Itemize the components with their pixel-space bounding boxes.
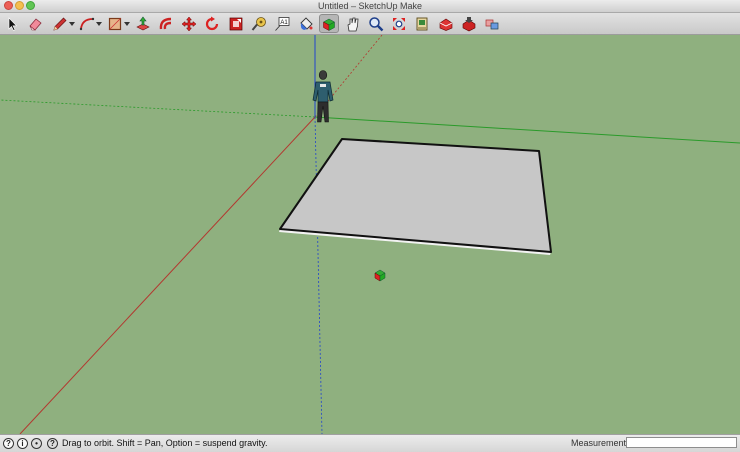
red-axis-positive	[19, 116, 316, 434]
zoom-tool-button[interactable]	[366, 14, 386, 33]
pan-tool-button[interactable]	[343, 14, 363, 33]
warehouse-icon	[439, 18, 453, 31]
rotate-tool-button[interactable]	[202, 14, 222, 33]
measurements-input[interactable]	[626, 437, 737, 448]
user-account-icon[interactable]: •	[31, 438, 42, 449]
scale-icon	[229, 17, 243, 30]
select-tool-button[interactable]	[2, 14, 22, 33]
hand-icon	[347, 17, 359, 31]
paint-bucket-icon	[300, 16, 313, 30]
zoom-extents-tool-button[interactable]	[389, 14, 409, 33]
move-tool-button[interactable]	[179, 14, 199, 33]
orbit-tool-button[interactable]	[319, 14, 339, 33]
eraser-tool-button[interactable]	[25, 14, 45, 33]
arc-icon	[79, 17, 95, 30]
green-axis-positive	[314, 116, 740, 144]
status-message: Drag to orbit. Shift = Pan, Option = sus…	[62, 438, 268, 448]
green-axis-negative	[0, 99, 316, 118]
push-pull-tool-button[interactable]	[133, 14, 153, 33]
model-viewport[interactable]	[0, 35, 740, 434]
pencil-dropdown-caret[interactable]	[69, 22, 75, 26]
orbit-icon	[322, 18, 336, 31]
orbit-cursor-icon	[374, 269, 386, 282]
main-toolbar: A1	[0, 13, 740, 35]
previous-view-tool-button[interactable]	[412, 14, 432, 33]
measurements-label: Measurements	[571, 438, 631, 448]
credits-icon[interactable]: i	[17, 438, 28, 449]
arrow-cursor-icon	[8, 16, 18, 31]
scene-canvas[interactable]	[0, 35, 740, 434]
zoom-extents-icon	[393, 17, 405, 30]
svg-text:A1: A1	[280, 20, 288, 26]
rectangle-tool-button[interactable]	[105, 14, 125, 33]
blue-axis-negative	[314, 116, 323, 434]
offset-icon	[159, 17, 172, 29]
pencil-icon	[53, 17, 67, 31]
rectangle-dropdown-caret[interactable]	[124, 22, 130, 26]
rectangle-icon	[108, 17, 122, 30]
window-title: Untitled – SketchUp Make	[317, 1, 423, 11]
instructor-icon[interactable]: ?	[47, 438, 58, 449]
extension-icon	[485, 19, 499, 29]
tape-measure-tool-button[interactable]	[249, 14, 269, 33]
arc-dropdown-caret[interactable]	[96, 22, 102, 26]
geo-location-icon[interactable]: ?	[3, 438, 14, 449]
share-model-icon	[462, 16, 476, 31]
push-pull-icon	[136, 16, 150, 30]
scale-figure[interactable]	[312, 70, 334, 123]
scale-tool-button[interactable]	[226, 14, 246, 33]
text-tool-button[interactable]: A1	[272, 14, 292, 33]
text-icon: A1	[275, 16, 290, 31]
previous-view-icon	[416, 17, 428, 30]
rotate-icon	[205, 16, 219, 30]
title-bar: Untitled – SketchUp Make	[0, 0, 740, 13]
extension-warehouse-tool-button[interactable]	[482, 14, 502, 33]
eraser-icon	[29, 17, 42, 31]
magnifier-icon	[369, 16, 384, 31]
offset-tool-button[interactable]	[156, 14, 176, 33]
share-model-tool-button[interactable]	[459, 14, 479, 33]
arc-tool-button[interactable]	[77, 14, 97, 33]
paint-bucket-tool-button[interactable]	[296, 14, 316, 33]
move-icon	[181, 16, 197, 31]
tape-measure-icon	[251, 16, 266, 31]
3d-warehouse-tool-button[interactable]	[436, 14, 456, 33]
status-bar: ? i • ? Drag to orbit. Shift = Pan, Opti…	[0, 434, 740, 452]
pencil-tool-button[interactable]	[50, 14, 70, 33]
